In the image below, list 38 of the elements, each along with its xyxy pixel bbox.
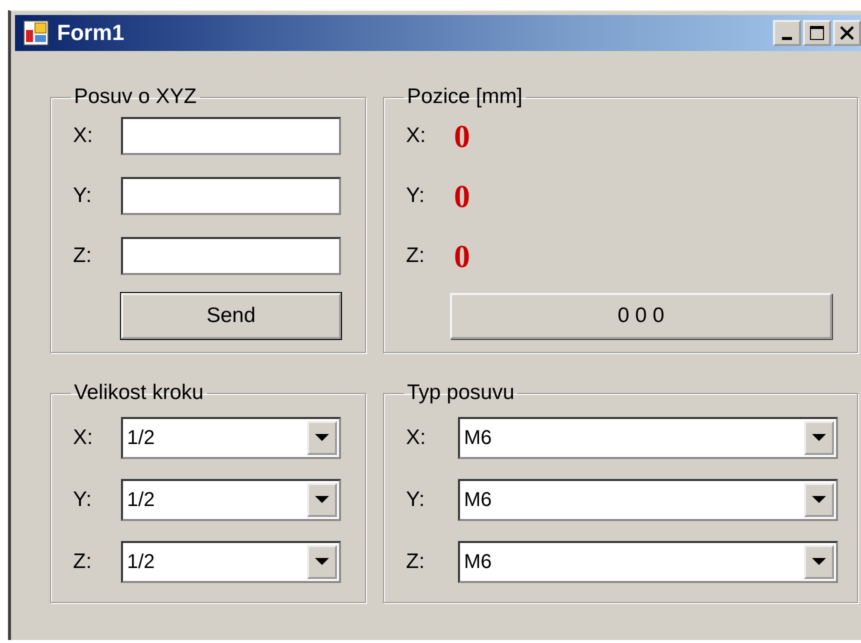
group-title: Velikost kroku xyxy=(73,381,205,405)
axis-label: X: xyxy=(73,426,94,450)
axis-label: X: xyxy=(73,124,94,148)
dropdown[interactable]: 1/2 xyxy=(121,417,341,459)
input-field[interactable] xyxy=(121,237,341,275)
group-title: Posuv o XYZ xyxy=(73,85,198,109)
axis-label: Y: xyxy=(73,184,93,208)
input-field[interactable] xyxy=(121,177,341,215)
axis-label: Z: xyxy=(73,244,93,268)
minimize-icon xyxy=(782,36,792,40)
dropdown[interactable]: M6 xyxy=(458,541,838,583)
minimize-button[interactable] xyxy=(773,20,801,46)
dropdown[interactable]: 1/2 xyxy=(121,541,341,583)
maximize-button[interactable] xyxy=(803,20,831,46)
axis-label: Z: xyxy=(73,550,93,574)
axis-label: Z: xyxy=(406,550,426,574)
group-title: Typ posuvu xyxy=(406,381,516,405)
position-value: 0 xyxy=(454,118,470,154)
axis-label: Y: xyxy=(406,488,426,512)
axis-label: Y: xyxy=(406,184,426,208)
dropdown[interactable]: M6 xyxy=(458,417,838,459)
position-value: 0 xyxy=(454,178,470,214)
close-icon xyxy=(839,25,855,41)
close-button[interactable] xyxy=(833,20,861,46)
position-value: 0 xyxy=(454,238,470,274)
form-icon xyxy=(23,20,49,46)
group-title: Pozice [mm] xyxy=(406,85,524,109)
window-title: Form1 xyxy=(57,20,124,46)
position-button[interactable]: 0 0 0 xyxy=(450,293,832,339)
send-button[interactable]: Send xyxy=(121,293,341,339)
axis-label: Z: xyxy=(406,244,426,268)
axis-label: Y: xyxy=(73,488,93,512)
axis-label: X: xyxy=(406,426,427,450)
maximize-icon xyxy=(809,25,825,41)
dropdown[interactable]: M6 xyxy=(458,479,838,521)
input-field[interactable] xyxy=(121,117,341,155)
axis-label: X: xyxy=(406,124,427,148)
dropdown[interactable]: 1/2 xyxy=(121,479,341,521)
